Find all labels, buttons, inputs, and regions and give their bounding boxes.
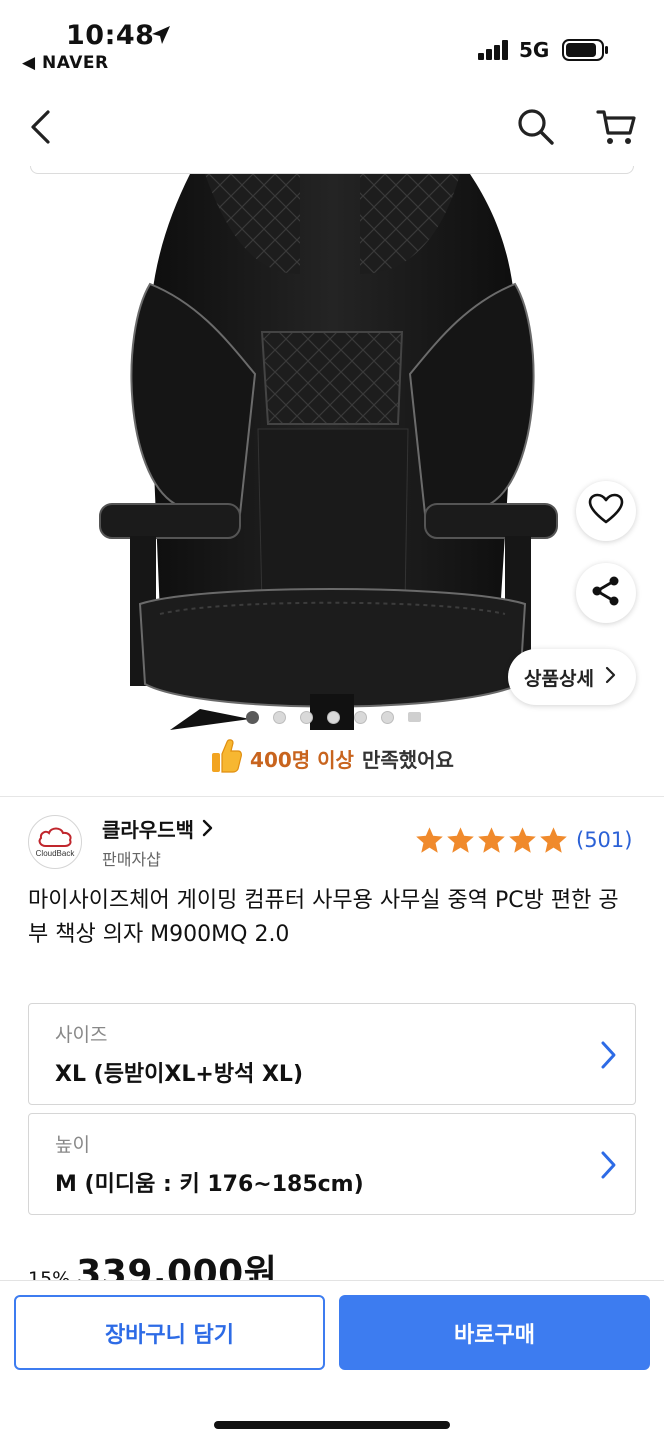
star-icon [478, 827, 505, 853]
chevron-right-icon [599, 1040, 617, 1074]
status-time: 10:48 [66, 20, 155, 51]
star-icon [509, 827, 536, 853]
price-row: 15% 339,000원 [28, 1244, 648, 1280]
pagination-more-indicator [408, 712, 421, 722]
rating-summary[interactable]: (501) [415, 826, 632, 854]
status-bar: 10:48 ◀ NAVER 5G [0, 0, 664, 80]
seller-logo-text: CloudBack [35, 849, 75, 858]
product-image-gallery[interactable] [0, 174, 664, 730]
product-image [99, 174, 558, 730]
wishlist-button[interactable] [576, 481, 636, 541]
search-icon [516, 107, 556, 151]
seller-logo[interactable]: CloudBack [28, 815, 82, 869]
review-count-link[interactable]: (501) [576, 828, 632, 852]
option-value: M (미디움 : 키 176~185cm) [55, 1172, 364, 1197]
star-rating [415, 826, 568, 854]
pagination-dot[interactable] [273, 710, 286, 724]
chevron-right-icon [604, 666, 616, 689]
section-divider [0, 796, 664, 797]
add-to-cart-button[interactable]: 장바구니 담기 [14, 1295, 325, 1370]
seller-name: 클라우드백 [102, 818, 194, 842]
satisfaction-banner: 400명 이상 만족했어요 [0, 736, 664, 780]
star-icon [540, 827, 567, 853]
product-detail-button[interactable]: 상품상세 [508, 649, 636, 705]
option-label: 사이즈 [55, 1024, 108, 1046]
pagination-dot[interactable] [327, 710, 340, 724]
heart-icon [588, 493, 624, 529]
home-indicator[interactable] [214, 1421, 450, 1429]
star-icon [447, 827, 474, 853]
sticky-tab-edge [30, 166, 634, 174]
share-icon [590, 575, 622, 611]
option-selector-size[interactable]: 사이즈 XL (등받이XL+방석 XL) [28, 1003, 636, 1105]
pagination-dot[interactable] [381, 710, 394, 724]
location-arrow-icon [150, 24, 172, 50]
sale-price: 339,000원 [76, 1253, 278, 1280]
satisfaction-text: 만족했어요 [361, 747, 454, 772]
back-to-app-link[interactable]: ◀ NAVER [22, 53, 109, 73]
chevron-right-icon [201, 818, 213, 842]
pagination-dot-active[interactable] [246, 710, 259, 724]
signal-icon [478, 40, 510, 64]
pagination-dot[interactable] [300, 710, 313, 724]
pagination-dot[interactable] [354, 710, 367, 724]
network-type: 5G [519, 38, 550, 62]
share-button[interactable] [576, 563, 636, 623]
seller-name-link[interactable]: 클라우드백 [102, 814, 213, 843]
option-label: 높이 [55, 1134, 90, 1156]
top-nav-bar [0, 96, 664, 166]
thumbs-up-icon [210, 738, 243, 779]
cloud-logo-icon [38, 827, 72, 847]
chevron-right-icon [599, 1150, 617, 1184]
product-title: 마이사이즈체어 게이밍 컴퓨터 사무용 사무실 중역 PC방 편한 공부 책상 … [28, 888, 619, 947]
back-icon [28, 109, 52, 149]
option-selector-height[interactable]: 높이 M (미디움 : 키 176~185cm) [28, 1113, 636, 1215]
cart-button[interactable] [592, 104, 642, 154]
cart-icon [596, 107, 638, 151]
product-detail-label: 상품상세 [524, 667, 594, 690]
bottom-action-bar: 장바구니 담기 바로구매 [0, 1280, 664, 1440]
gallery-pagination [246, 710, 421, 724]
battery-icon [562, 38, 610, 66]
back-button[interactable] [18, 104, 62, 154]
buy-now-button[interactable]: 바로구매 [339, 1295, 650, 1370]
satisfaction-count: 400명 이상 [250, 747, 354, 772]
option-value: XL (등받이XL+방석 XL) [55, 1062, 304, 1087]
search-button[interactable] [512, 104, 560, 154]
discount-rate: 15% [28, 1268, 71, 1280]
star-icon [416, 827, 443, 853]
seller-role: 판매자샵 [102, 850, 161, 869]
